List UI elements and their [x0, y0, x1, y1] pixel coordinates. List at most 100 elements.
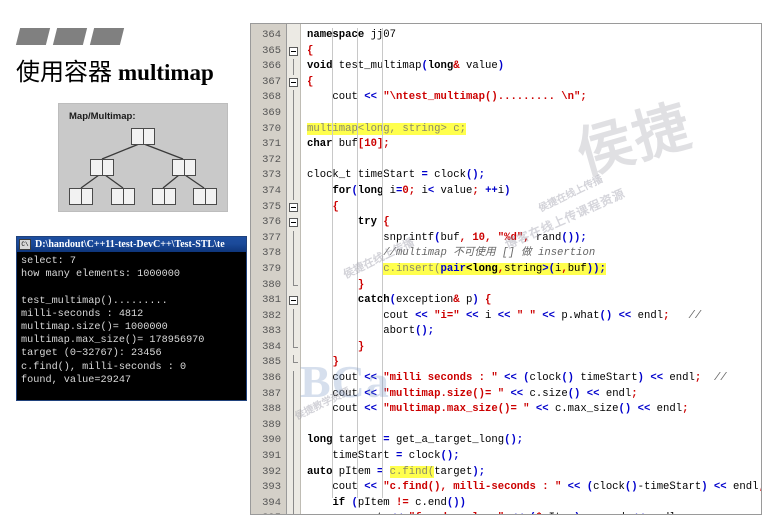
code-line[interactable]: for(long i=0; i< value; ++i) — [301, 184, 761, 200]
tree-node-value — [81, 189, 92, 204]
code-line[interactable]: } — [301, 278, 761, 294]
fold-end-icon — [293, 339, 298, 348]
line-number: 364 — [262, 29, 281, 41]
fold-guide-line — [293, 480, 294, 496]
fold-marker[interactable] — [287, 200, 300, 216]
fold-guide-line — [293, 183, 294, 200]
banner-decoration — [15, 28, 125, 45]
fold-marker — [287, 261, 300, 278]
code-line[interactable]: //multimap 不可使用 [] 做 insertion — [301, 246, 761, 262]
fold-guide-line — [293, 402, 294, 418]
fold-guide-line — [293, 308, 294, 325]
fold-guide-line — [293, 168, 294, 184]
line-number: 377 — [262, 231, 281, 244]
code-line[interactable]: timeStart = clock(); — [301, 449, 761, 465]
tree-edge — [104, 174, 124, 189]
fold-marker — [287, 308, 300, 325]
fold-marker[interactable] — [287, 293, 300, 309]
code-line[interactable]: cout << "found, value=" << (*pItem).seco… — [301, 511, 761, 514]
fold-collapse-icon[interactable] — [289, 296, 298, 306]
fold-guide-line — [293, 59, 294, 75]
code-line[interactable]: { — [301, 44, 761, 60]
fold-marker — [287, 402, 300, 418]
code-line[interactable]: cout << "multimap.max_size()= " << c.max… — [301, 402, 761, 418]
fold-marker — [287, 433, 300, 450]
code-text-area[interactable]: namespace jj07{void test_multimap(long& … — [301, 24, 761, 514]
code-line[interactable]: char buf[10]; — [301, 137, 761, 153]
code-line[interactable]: clock_t timeStart = clock(); — [301, 168, 761, 184]
indent-guide — [332, 28, 333, 498]
tree-node-value — [205, 189, 216, 204]
code-folding-column[interactable] — [287, 24, 301, 514]
code-editor-panel[interactable]: 364 365 366 367 368 369 370 371 372 373 374 375 376 3… — [250, 23, 762, 515]
fold-marker — [287, 495, 300, 512]
fold-guide-line — [293, 105, 294, 122]
fold-marker[interactable] — [287, 75, 300, 91]
code-line[interactable]: { — [301, 75, 761, 91]
code-line[interactable]: long target = get_a_target_long(); — [301, 433, 761, 449]
line-number: 379 — [262, 262, 281, 275]
code-line[interactable]: c.insert(pair<long,string>(i,buf)); — [301, 262, 761, 278]
code-line[interactable]: if (pItem != c.end()) — [301, 496, 761, 512]
fold-marker — [287, 355, 300, 371]
code-line[interactable]: try { — [301, 215, 761, 231]
fold-marker — [287, 371, 300, 387]
code-line[interactable] — [301, 418, 761, 434]
fold-marker[interactable] — [287, 44, 300, 60]
code-line[interactable]: } — [301, 355, 761, 371]
tree-edge — [101, 143, 140, 160]
code-line[interactable]: catch(exception& p) { — [301, 293, 761, 309]
fold-marker — [287, 480, 300, 496]
map-multimap-diagram: Map/Multimap: — [58, 103, 228, 212]
tree-node-value — [164, 189, 175, 204]
code-line[interactable]: auto pItem = c.find(target); — [301, 465, 761, 481]
fold-collapse-icon[interactable] — [289, 46, 298, 56]
fold-marker — [287, 449, 300, 465]
code-line[interactable]: { — [301, 200, 761, 216]
line-number: 381 — [262, 294, 281, 307]
fold-collapse-icon[interactable] — [289, 218, 298, 228]
console-title-text: D:\handout\C++11-test-DevC++\Test-STL\te — [35, 239, 225, 250]
console-titlebar[interactable]: C\ D:\handout\C++11-test-DevC++\Test-STL… — [17, 237, 246, 252]
tree-node — [90, 159, 114, 176]
line-number: 388 — [262, 403, 281, 416]
fold-collapse-icon[interactable] — [289, 202, 298, 212]
code-line[interactable]: multimap<long, string> c; — [301, 122, 761, 138]
code-line[interactable]: cout << "i=" << i << " " << p.what() << … — [301, 309, 761, 325]
code-line[interactable]: void test_multimap(long& value) — [301, 59, 761, 75]
line-number: 390 — [262, 434, 281, 447]
code-line[interactable]: cout << "\ntest_multimap()......... \n"; — [301, 90, 761, 106]
line-number: 367 — [262, 75, 281, 88]
line-number: 368 — [262, 91, 281, 104]
fold-marker[interactable] — [287, 215, 300, 231]
line-number: 369 — [262, 106, 281, 119]
tree-node — [111, 188, 135, 205]
fold-marker — [287, 339, 300, 356]
fold-guide-line — [293, 495, 294, 512]
code-line[interactable]: cout << "c.find(), milli-seconds : " << … — [301, 480, 761, 496]
tree-node — [131, 128, 155, 145]
banner-bar-2 — [52, 28, 88, 45]
code-line[interactable]: cout << "multimap.size()= " << c.size() … — [301, 387, 761, 403]
console-window[interactable]: C\ D:\handout\C++11-test-DevC++\Test-STL… — [16, 236, 247, 401]
fold-marker — [287, 90, 300, 106]
code-line[interactable]: snprintf(buf, 10, "%d", rand()); — [301, 231, 761, 247]
tree-node — [172, 159, 196, 176]
code-line[interactable]: namespace jj07 — [301, 28, 761, 44]
line-number: 384 — [262, 340, 281, 353]
fold-collapse-icon[interactable] — [289, 77, 298, 87]
console-app-icon: C\ — [19, 239, 31, 250]
fold-guide-line — [293, 386, 294, 403]
code-line[interactable] — [301, 153, 761, 169]
code-line[interactable]: } — [301, 340, 761, 356]
tree-node-value — [123, 189, 134, 204]
code-line[interactable]: abort(); — [301, 324, 761, 340]
line-number: 385 — [262, 356, 281, 369]
page-title: 使用容器 multimap — [16, 52, 214, 87]
line-number: 386 — [262, 372, 281, 385]
code-line[interactable]: cout << "milli seconds : " << (clock() t… — [301, 371, 761, 387]
code-line[interactable] — [301, 106, 761, 122]
line-number: 383 — [262, 325, 281, 338]
fold-marker — [287, 230, 300, 247]
tree-node-value — [143, 129, 154, 144]
